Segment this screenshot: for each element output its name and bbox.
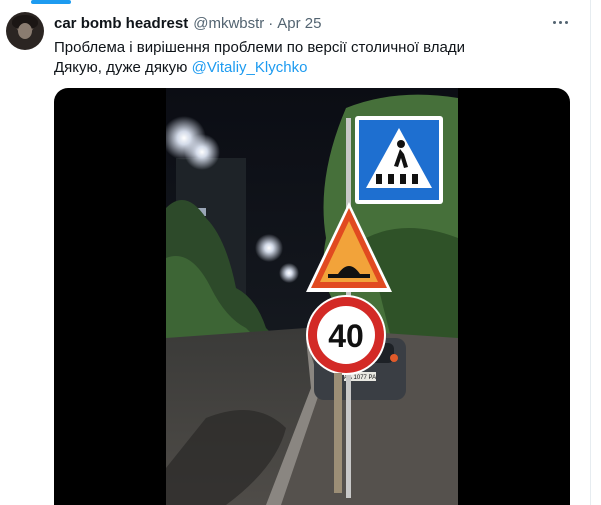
street-light-2 (184, 134, 220, 170)
street-light-3 (255, 234, 283, 262)
tweet-text: Проблема і вирішення проблеми по версії … (54, 38, 574, 78)
avatar-face (18, 23, 32, 39)
author-handle[interactable]: @mkwbstr (193, 15, 264, 32)
tweet-header: car bomb headrest @mkwbstr · Apr 25 (54, 14, 321, 32)
avatar[interactable] (6, 12, 44, 50)
video-frame[interactable]: АА 1077 РА 40 (166, 88, 458, 505)
video-player[interactable]: АА 1077 РА 40 (54, 88, 570, 505)
tweet-date[interactable]: Apr 25 (277, 15, 321, 32)
author-name[interactable]: car bomb headrest (54, 15, 188, 32)
column-border (590, 0, 591, 505)
tweet-text-line-2: Дякую, дуже дякую @Vitaliy_Klychko (54, 58, 574, 78)
more-dot (552, 20, 556, 24)
more-dot (564, 20, 568, 24)
car-tail-light (390, 354, 398, 362)
more-options-icon[interactable] (550, 14, 570, 30)
tweet-text-line-2-prefix: Дякую, дуже дякую (54, 59, 192, 76)
tweet-text-line-1: Проблема і вирішення проблеми по версії … (54, 39, 465, 56)
separator-dot: · (268, 14, 274, 32)
more-dot (558, 20, 562, 24)
sign-pole-lower (334, 373, 342, 493)
street-light-4 (279, 263, 299, 283)
tab-indicator (31, 0, 71, 4)
speed-limit-value: 40 (328, 318, 364, 354)
mention-link[interactable]: @Vitaliy_Klychko (192, 59, 308, 76)
